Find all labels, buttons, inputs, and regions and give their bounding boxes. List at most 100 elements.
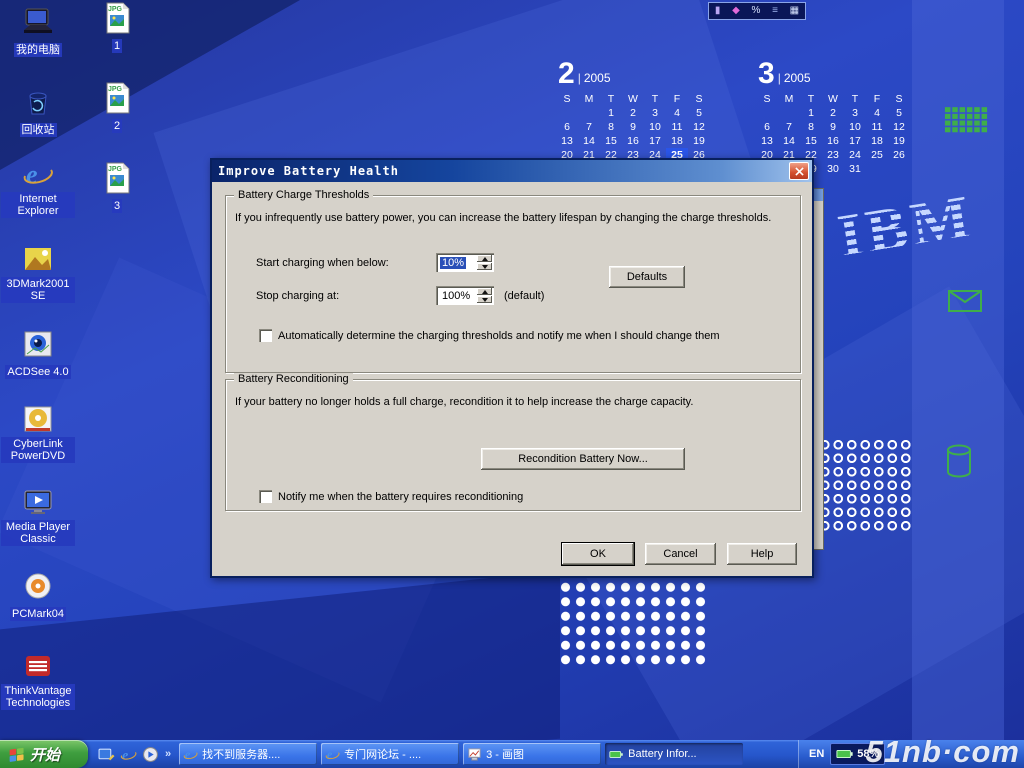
svg-text:JPG: JPG	[108, 6, 123, 13]
calendar-date: 11	[866, 120, 888, 134]
desktop-icon-pcmark04[interactable]: PCMark04	[1, 570, 75, 622]
top-tray-box: ▮ ◆% ≡ ▦	[708, 2, 806, 20]
svg-text:e: e	[327, 747, 333, 761]
default-note: (default)	[504, 290, 544, 302]
calendar-date: 17	[844, 134, 866, 148]
down-arrow-icon	[482, 265, 488, 269]
calendar-day-header: T	[800, 92, 822, 106]
desktop-icon-recycle-bin[interactable]: 回收站	[1, 86, 75, 138]
calendar-date: 18	[866, 134, 888, 148]
notify-reconditioning-checkbox-label[interactable]: Notify me when the battery requires reco…	[278, 491, 523, 503]
envelope-wallpaper-icon	[948, 290, 982, 312]
stop-threshold-value[interactable]: 100%	[440, 290, 472, 302]
thinkvantage-icon	[21, 650, 55, 682]
desktop-icon-jpg-1[interactable]: JPG 1	[82, 2, 152, 54]
improve-battery-health-dialog: Improve Battery Health Battery Charge Th…	[210, 158, 814, 578]
task-label: Battery Infor...	[628, 748, 696, 760]
desktop-icon-label: 3	[112, 199, 122, 213]
acdsee-icon	[21, 328, 55, 360]
task-buttons: e找不到服务器.... e 专门网论坛 - .... 3 - 画图 Battery In…	[179, 743, 743, 765]
desktop-icon-jpg-2[interactable]: JPG2	[82, 82, 152, 134]
stop-charging-label: Stop charging at:	[256, 290, 339, 302]
calendar-date: 30	[822, 162, 844, 176]
recycle-bin-icon	[21, 86, 55, 118]
start-threshold-spinner[interactable]: 10%	[436, 253, 494, 272]
taskbar-task-1[interactable]: e找不到服务器....	[179, 743, 317, 765]
desktop-icon-label: 我的电脑	[14, 43, 62, 57]
desktop-icon-internet-explorer[interactable]: eInternet Explorer	[1, 158, 75, 219]
desktop-icon-my-computer[interactable]: 我的电脑	[1, 6, 75, 58]
desktop-icon-acdsee[interactable]: ACDSee 4.0	[1, 328, 75, 380]
quick-launch-chevron[interactable]: »	[165, 748, 171, 760]
calendar-date: 9	[822, 120, 844, 134]
calendar-date: 12	[688, 120, 710, 134]
defaults-button[interactable]: Defaults	[609, 266, 685, 288]
auto-determine-checkbox[interactable]	[259, 329, 272, 342]
desktop-icon-3dmark2001[interactable]: 3DMark2001 SE	[1, 243, 75, 304]
ok-button[interactable]: OK	[562, 543, 634, 565]
calendar-day-header: T	[600, 92, 622, 106]
calendar-date: 4	[666, 106, 688, 120]
desktop-icon-powerdvd[interactable]: CyberLink PowerDVD	[1, 403, 75, 464]
start-button[interactable]: 开始	[0, 740, 88, 768]
up-arrow-icon	[482, 290, 488, 294]
powerdvd-icon	[21, 403, 55, 435]
spin-down-button[interactable]	[477, 263, 492, 270]
desktop-icon-label: ThinkVantage Technologies	[1, 684, 75, 710]
thresholds-description: If you infrequently use battery power, y…	[235, 212, 791, 224]
grid-icon[interactable]: ▦	[790, 6, 799, 16]
desktop-icon-label: 回收站	[20, 123, 57, 137]
taskbar-task-2[interactable]: e 专门网论坛 - ....	[321, 743, 459, 765]
up-arrow-icon	[482, 257, 488, 261]
desktop-icon-jpg-3[interactable]: JPG3	[82, 162, 152, 214]
language-indicator[interactable]: EN	[809, 748, 824, 760]
calendar-year: 2005	[584, 71, 611, 88]
calendar-day-header: T	[644, 92, 666, 106]
quick-launch-internet-explorer-icon[interactable]: e	[120, 746, 137, 763]
close-button[interactable]	[789, 162, 809, 180]
notify-reconditioning-checkbox[interactable]	[259, 490, 272, 503]
menu-lines-icon[interactable]: ≡	[772, 6, 778, 16]
stop-threshold-spinner[interactable]: 100%	[436, 286, 494, 305]
help-button[interactable]: Help	[727, 543, 797, 565]
task-label: 专门网论坛 - ....	[344, 746, 421, 762]
battery-reconditioning-group: Battery Reconditioning If your battery n…	[225, 379, 801, 511]
ibm-logo: IBM	[833, 182, 978, 273]
spin-up-button[interactable]	[477, 288, 492, 295]
calendar-date: 19	[888, 134, 910, 148]
dialog-title-bar[interactable]: Improve Battery Health	[212, 160, 812, 182]
desktop-icon-label: PCMark04	[10, 607, 66, 621]
taskbar-task-4[interactable]: Battery Infor...	[605, 743, 743, 765]
desktop-icon-thinkvantage[interactable]: ThinkVantage Technologies	[1, 650, 75, 711]
auto-determine-checkbox-label[interactable]: Automatically determine the charging thr…	[278, 330, 719, 342]
calendar-month: 3	[758, 60, 775, 88]
calendar-date	[778, 106, 800, 120]
quick-launch-media-player-icon[interactable]	[142, 746, 159, 763]
calendar-header: 3|2005	[756, 54, 916, 88]
desktop-icon-media-player-classic[interactable]: Media Player Classic	[1, 486, 75, 547]
desktop-background: IBM ▮ ◆% ≡ ▦ 我的电脑回收站 eInternet Explorer 3DMar…	[0, 0, 1024, 768]
calendar-date: 1	[600, 106, 622, 120]
quick-launch-show-desktop-icon[interactable]	[98, 746, 115, 763]
cancel-button[interactable]: Cancel	[645, 543, 716, 565]
grid-wallpaper-icon	[944, 106, 988, 134]
my-computer-icon	[21, 6, 55, 38]
recondition-battery-button[interactable]: Recondition Battery Now...	[481, 448, 685, 470]
calendar-date: 10	[844, 120, 866, 134]
start-threshold-value[interactable]: 10%	[440, 257, 466, 269]
cylinder-wallpaper-icon	[946, 444, 972, 478]
calendar-separator: |	[578, 71, 581, 88]
calendar-date: 15	[800, 134, 822, 148]
spin-up-button[interactable]	[477, 255, 492, 262]
down-arrow-icon	[482, 298, 488, 302]
calendar-date: 17	[644, 134, 666, 148]
percent-icon[interactable]: %	[751, 6, 760, 16]
battery-icon	[609, 747, 624, 762]
diamond-icon[interactable]: ◆	[732, 6, 740, 16]
calendar-year: 2005	[784, 71, 811, 88]
desktop-icon-label: 1	[112, 39, 122, 53]
taskbar-task-3[interactable]: 3 - 画图	[463, 743, 601, 765]
calendar-date: 24	[844, 148, 866, 162]
spin-down-button[interactable]	[477, 296, 492, 303]
indicator-bar-icon[interactable]: ▮	[715, 6, 721, 16]
